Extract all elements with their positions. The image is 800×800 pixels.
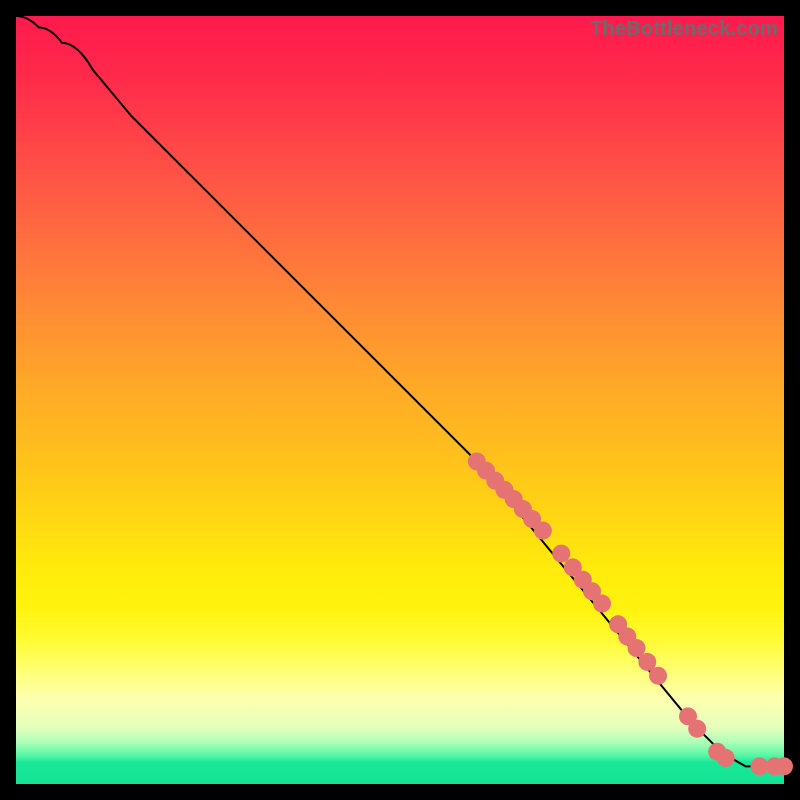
data-point xyxy=(649,667,667,685)
data-point xyxy=(593,595,611,613)
data-point xyxy=(775,757,793,775)
data-points xyxy=(468,452,793,775)
data-point xyxy=(717,749,735,767)
data-point xyxy=(534,522,552,540)
data-point xyxy=(552,545,570,563)
chart-frame: TheBottleneck.com xyxy=(0,0,800,800)
curve-line xyxy=(16,16,784,766)
chart-svg xyxy=(16,16,784,784)
data-point xyxy=(750,757,768,775)
plot-area: TheBottleneck.com xyxy=(16,16,784,784)
data-point xyxy=(688,720,706,738)
